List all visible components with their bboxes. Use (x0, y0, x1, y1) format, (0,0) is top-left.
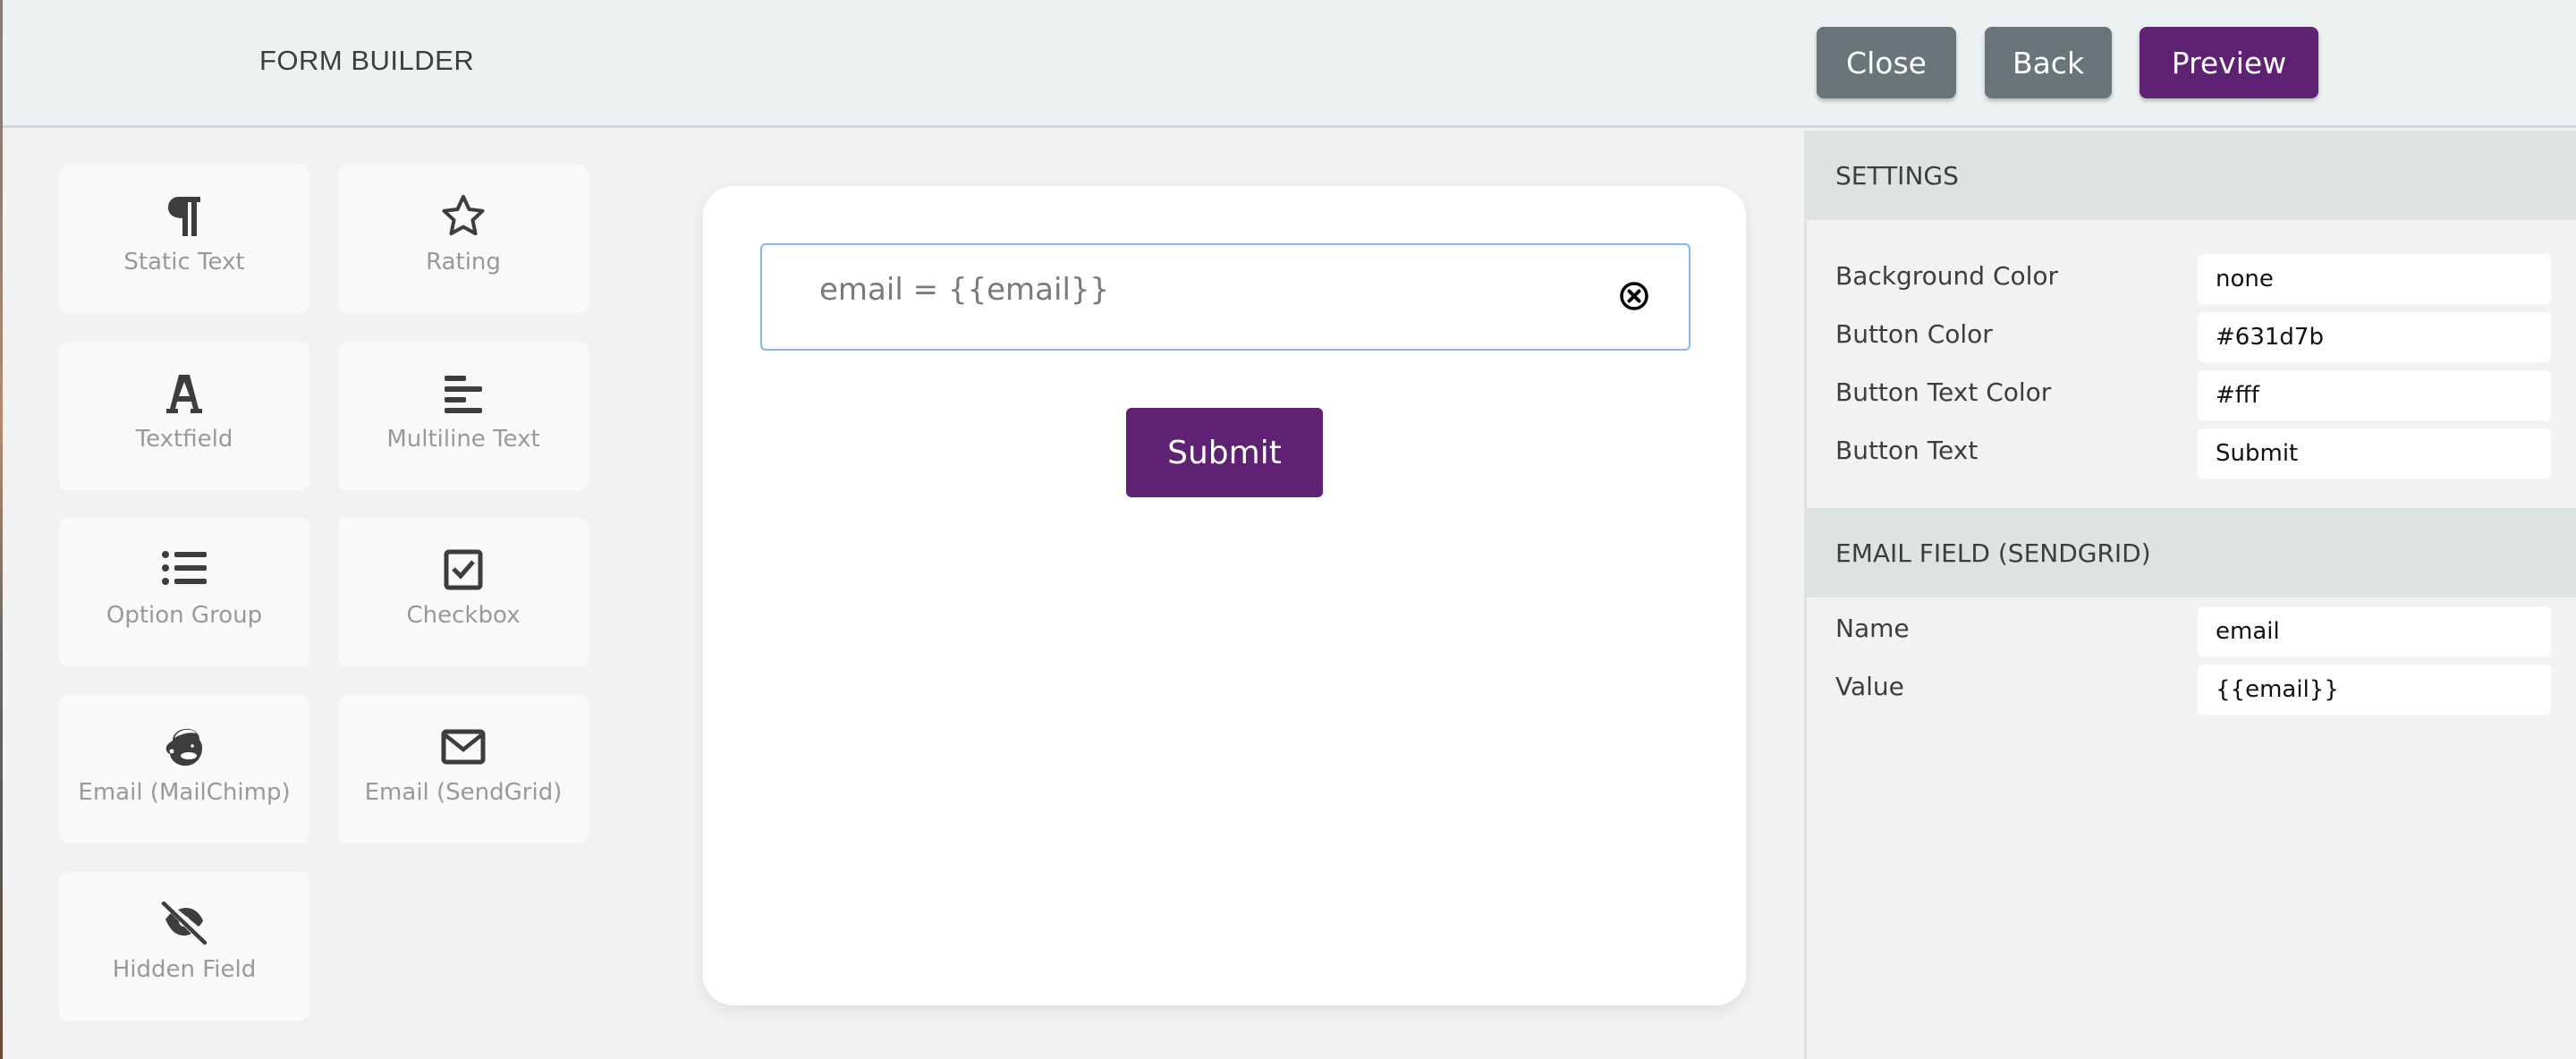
form-submit-button[interactable]: Submit (1126, 408, 1323, 497)
top-bar: FORM BUILDER Close Back Preview (0, 0, 2576, 128)
palette-item-label: Rating (426, 249, 501, 275)
palette-item-rating[interactable]: Rating (338, 165, 589, 313)
palette-item-label: Email (MailChimp) (78, 779, 291, 806)
background-color-input[interactable] (2198, 254, 2551, 304)
palette-item-static-text[interactable]: Static Text (59, 165, 309, 313)
settings-header: SETTINGS (1807, 131, 2576, 220)
palette-item-label: Email (SendGrid) (364, 779, 563, 806)
field-name-input[interactable] (2198, 606, 2551, 657)
palette-item-multiline-text[interactable]: Multiline Text (338, 342, 589, 490)
palette-item-email-sendgrid[interactable]: Email (SendGrid) (338, 695, 589, 843)
app-title: FORM BUILDER (259, 45, 475, 76)
setting-row-background-color: Background Color (1807, 254, 2576, 304)
checkbox-icon (444, 545, 483, 595)
field-palette: Static Text Rating Textfield Multiline T… (0, 131, 626, 1059)
palette-item-label: Textfield (135, 426, 233, 453)
mailchimp-icon (165, 722, 203, 772)
back-button[interactable]: Back (1985, 27, 2112, 98)
palette-item-label: Hidden Field (112, 956, 257, 983)
palette-item-textfield[interactable]: Textfield (59, 342, 309, 490)
envelope-icon (441, 722, 486, 772)
field-settings-header: EMAIL FIELD (SENDGRID) (1807, 508, 2576, 597)
form-field-email[interactable]: email = {{email}} (760, 243, 1690, 351)
palette-item-hidden-field[interactable]: Hidden Field (59, 872, 309, 1021)
palette-item-option-group[interactable]: Option Group (59, 518, 309, 666)
eye-slash-icon (160, 899, 208, 949)
setting-label: Button Color (1835, 319, 1993, 349)
close-button[interactable]: Close (1817, 27, 1956, 98)
preview-button[interactable]: Preview (2140, 27, 2318, 98)
palette-item-email-mailchimp[interactable]: Email (MailChimp) (59, 695, 309, 843)
setting-row-name: Name (1807, 606, 2576, 657)
setting-row-button-text-color: Button Text Color (1807, 370, 2576, 420)
setting-row-value: Value (1807, 665, 2576, 715)
palette-item-label: Option Group (106, 602, 263, 629)
setting-label: Background Color (1835, 261, 2059, 291)
form-field-text: email = {{email}} (819, 272, 1110, 308)
palette-item-checkbox[interactable]: Checkbox (338, 518, 589, 666)
align-left-icon (445, 369, 482, 419)
button-text-color-input[interactable] (2198, 370, 2551, 420)
form-canvas: email = {{email}} Submit (703, 186, 1746, 1005)
field-value-input[interactable] (2198, 665, 2551, 715)
setting-label: Button Text (1835, 436, 1979, 465)
setting-label: Value (1835, 672, 1904, 701)
letter-a-icon (166, 369, 202, 419)
setting-row-button-text: Button Text (1807, 428, 2576, 479)
list-icon (162, 545, 207, 595)
button-text-input[interactable] (2198, 428, 2551, 479)
setting-row-button-color: Button Color (1807, 312, 2576, 362)
button-color-input[interactable] (2198, 312, 2551, 362)
palette-item-label: Multiline Text (386, 426, 540, 453)
setting-label: Name (1835, 614, 1910, 643)
remove-circle-icon[interactable] (1619, 281, 1649, 311)
settings-panel: SETTINGS Background Color Button Color B… (1804, 131, 2576, 1059)
window-edge (0, 0, 3, 1059)
palette-item-label: Checkbox (406, 602, 521, 629)
setting-label: Button Text Color (1835, 377, 2052, 407)
paragraph-icon (166, 191, 202, 241)
palette-item-label: Static Text (123, 249, 245, 275)
star-icon (440, 191, 487, 241)
